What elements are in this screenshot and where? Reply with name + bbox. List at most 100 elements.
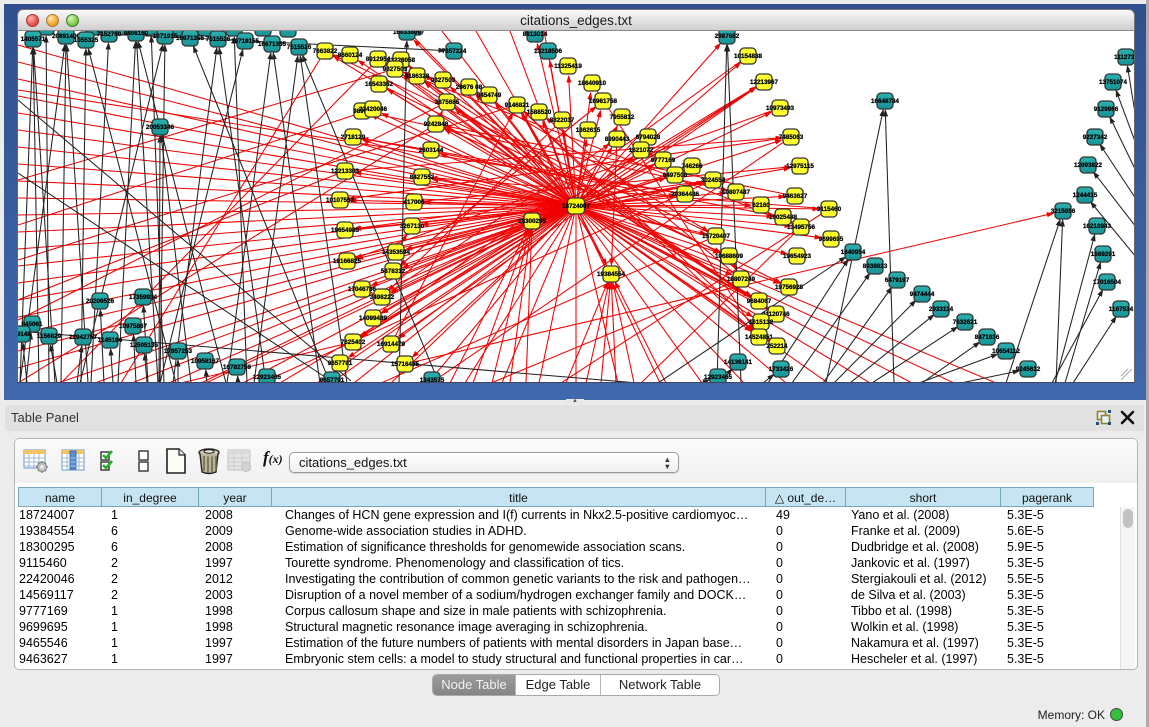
svg-text:1055325: 1055325 [74,37,99,44]
svg-text:9463627: 9463627 [783,193,808,200]
svg-text:13218506: 13218506 [534,48,563,55]
svg-text:8186328: 8186328 [405,73,430,80]
svg-text:8454749: 8454749 [477,92,502,99]
svg-text:3267130: 3267130 [400,223,425,230]
svg-text:15720407: 15720407 [702,233,731,240]
svg-text:2803144: 2803144 [419,147,444,154]
svg-text:19756928: 19756928 [775,284,804,291]
svg-text:6497508: 6497508 [663,172,688,179]
svg-text:3024554: 3024554 [701,177,726,184]
svg-text:746266: 746266 [681,163,703,170]
svg-text:12942757: 12942757 [69,334,98,341]
svg-text:7515526: 7515526 [206,36,231,43]
svg-text:9684067: 9684067 [747,298,772,305]
svg-text:7955812: 7955812 [610,114,635,121]
svg-text:9657791: 9657791 [320,377,345,383]
svg-text:1112734: 1112734 [1114,54,1135,61]
svg-text:8813014: 8813014 [523,31,548,38]
svg-text:6794028: 6794028 [636,134,661,141]
svg-text:62160: 62160 [752,202,770,209]
svg-text:16914479: 16914479 [377,341,406,348]
svg-text:9474444: 9474444 [910,291,935,298]
svg-text:10688609: 10688609 [715,253,744,260]
svg-text:8990443: 8990443 [605,136,630,143]
svg-text:2987682: 2987682 [715,33,740,40]
svg-text:8322037: 8322037 [550,117,575,124]
svg-text:1621072: 1621072 [629,147,654,154]
svg-text:12923465: 12923465 [253,374,282,381]
svg-text:6466160: 6466160 [124,31,149,37]
svg-text:7515526: 7515526 [287,44,312,51]
svg-text:9327503: 9327503 [383,66,408,73]
svg-text:10025488: 10025488 [769,214,798,221]
svg-text:1588520: 1588520 [527,109,552,116]
svg-text:19384554: 19384554 [597,271,626,278]
svg-text:12975115: 12975115 [786,163,814,170]
svg-text:10719155: 10719155 [231,38,260,45]
svg-text:10654112: 10654112 [992,348,1020,355]
svg-text:1405571: 1405571 [21,36,46,43]
svg-text:13495756: 13495756 [787,224,816,231]
svg-text:7663822: 7663822 [313,48,338,55]
svg-text:1615132: 1615132 [749,319,774,326]
svg-text:8938923: 8938923 [863,263,888,270]
svg-text:9146821: 9146821 [505,102,530,109]
svg-text:10975867: 10975867 [119,323,148,330]
svg-text:12093822: 12093822 [1074,162,1103,169]
svg-text:7152760: 7152760 [97,31,122,38]
svg-text:9699695: 9699695 [819,236,844,243]
svg-text:1167534: 1167534 [1109,306,1134,313]
svg-text:16033809: 16033809 [393,31,422,36]
svg-text:8660124: 8660124 [338,52,363,59]
svg-text:19166825: 19166825 [333,258,362,265]
svg-text:19654983: 19654983 [331,227,360,234]
svg-text:9245612: 9245612 [1016,366,1041,373]
svg-text:18640910: 18640910 [578,80,607,87]
svg-text:7857224: 7857224 [442,48,467,55]
svg-text:9115460: 9115460 [817,206,842,213]
svg-text:16543362: 16543362 [365,81,394,88]
svg-text:13751074: 13751074 [1099,79,1128,86]
svg-text:16210943: 16210943 [1083,223,1112,230]
svg-text:18724007: 18724007 [562,203,591,210]
svg-text:1071915: 1071915 [153,33,178,40]
svg-text:1569291: 1569291 [1091,251,1116,258]
svg-text:16782759: 16782759 [223,364,252,371]
svg-text:8471636: 8471636 [975,334,1000,341]
svg-text:3875685: 3875685 [435,99,460,106]
svg-text:18807249: 18807249 [727,276,756,283]
svg-text:15716485: 15716485 [391,361,420,368]
svg-text:9242848: 9242848 [424,121,449,128]
svg-text:9129966: 9129966 [1094,106,1119,113]
svg-text:3215956: 3215956 [1051,208,1076,215]
svg-text:10958167: 10958167 [191,358,220,365]
svg-text:9227342: 9227342 [1083,134,1108,141]
svg-text:9777169: 9777169 [651,157,676,164]
svg-text:1156829: 1156829 [37,333,62,340]
svg-text:12213303: 12213303 [331,168,360,175]
svg-text:12213967: 12213967 [750,79,779,86]
svg-text:2718129: 2718129 [341,134,366,141]
svg-text:16961758: 16961758 [589,98,618,105]
svg-text:1343575: 1343575 [420,377,445,383]
svg-text:17957253: 17957253 [164,348,193,355]
svg-text:1244415: 1244415 [1073,192,1098,199]
svg-text:39148: 39148 [18,331,31,338]
svg-text:9657791: 9657791 [328,360,353,367]
svg-text:17046786: 17046786 [348,286,377,293]
svg-text:16648784: 16648784 [871,98,900,105]
svg-text:10107553: 10107553 [326,197,355,204]
svg-text:7632621: 7632621 [953,319,978,326]
svg-text:16671355: 16671355 [258,41,287,48]
svg-text:9327503: 9327503 [431,77,456,84]
svg-text:1640954: 1640954 [841,249,866,256]
svg-text:2933114: 2933114 [929,306,954,313]
svg-text:8427552: 8427552 [410,174,435,181]
svg-text:10973493: 10973493 [766,105,795,112]
svg-text:20206526: 20206526 [86,298,115,305]
svg-text:14136141: 14136141 [724,359,753,366]
svg-text:14353594: 14353594 [382,249,411,256]
svg-text:17016504: 17016504 [1093,279,1122,286]
svg-text:252214: 252214 [766,343,788,350]
svg-text:20053346: 20053346 [146,124,175,131]
